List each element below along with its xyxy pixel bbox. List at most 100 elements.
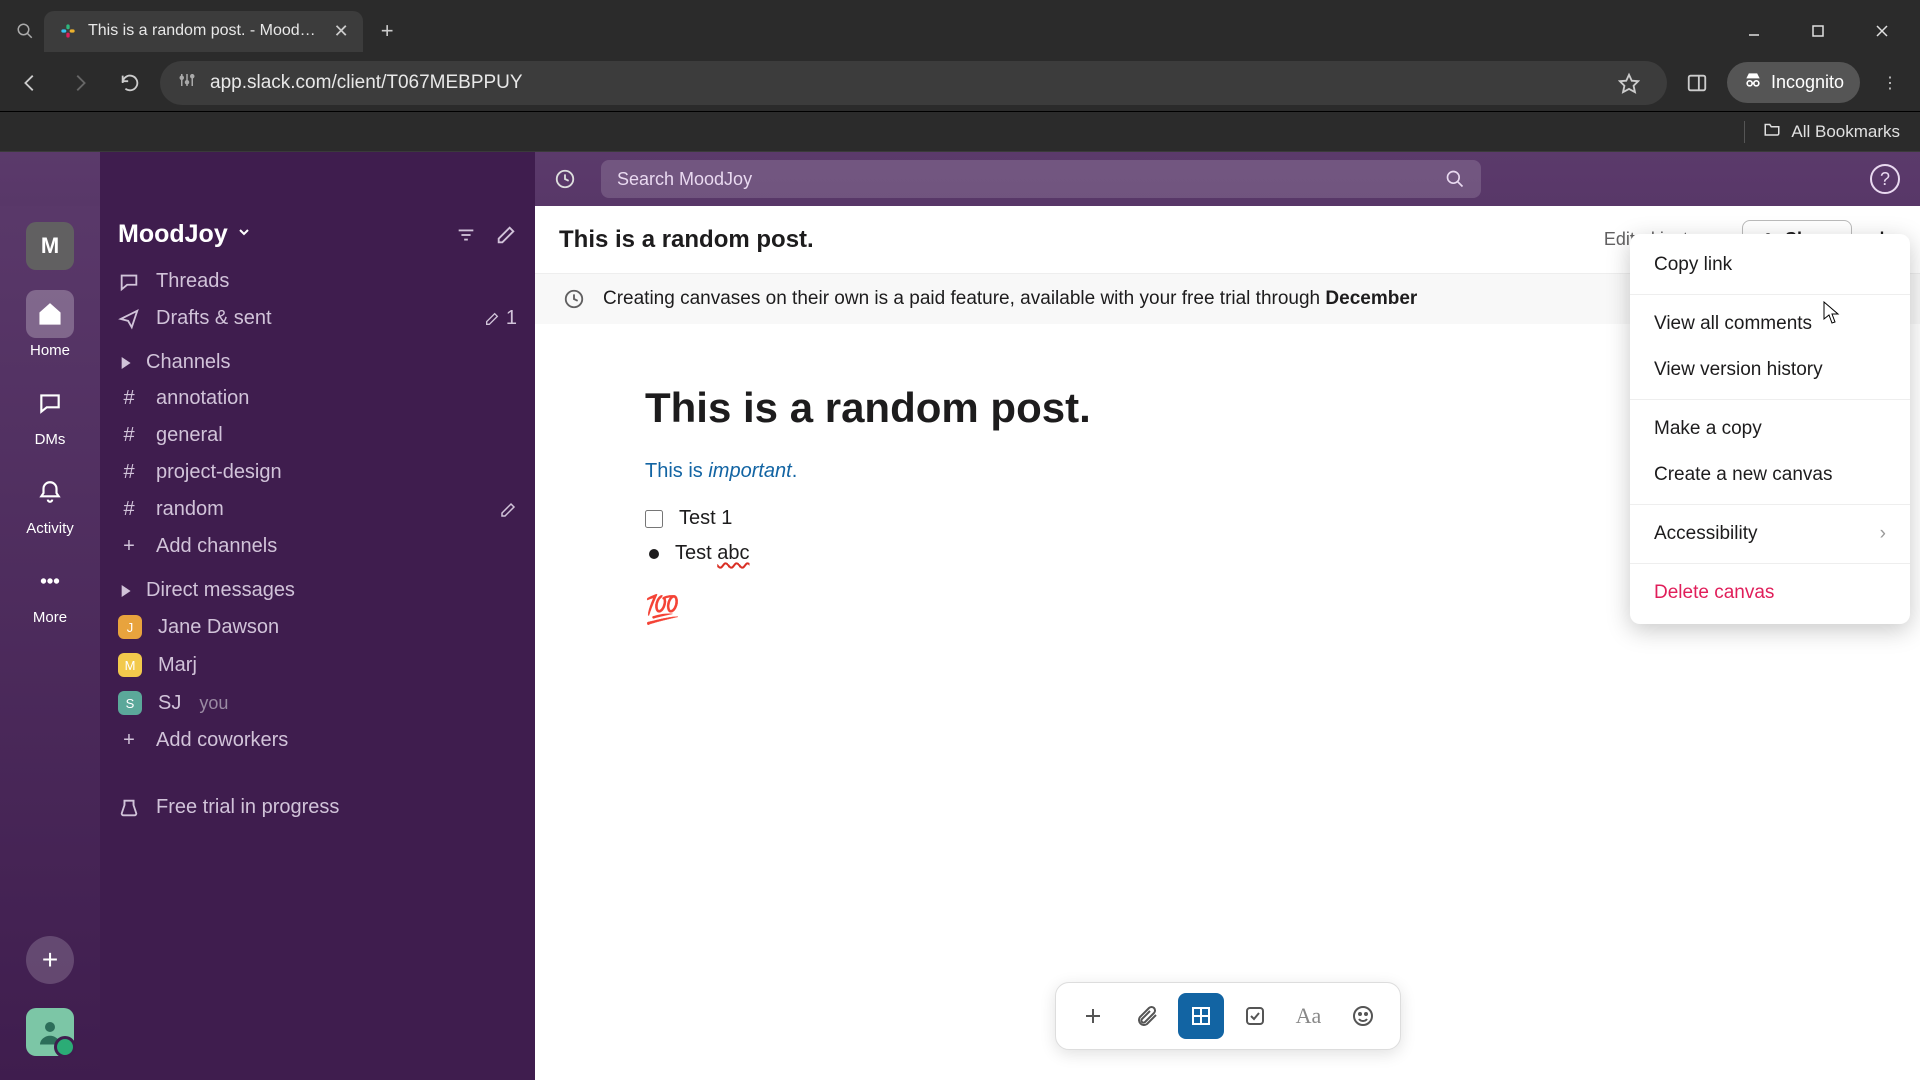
channels-section-header[interactable]: Channels (100, 337, 535, 380)
divider (1630, 294, 1910, 295)
sidebar-drafts[interactable]: Drafts & sent 1 (100, 300, 535, 337)
bookmark-star-icon[interactable] (1609, 63, 1649, 103)
you-label: you (199, 693, 228, 714)
avatar: M (118, 653, 142, 677)
hash-icon: # (118, 424, 140, 447)
sidebar-item-label: annotation (156, 387, 249, 410)
pencil-icon (499, 501, 517, 519)
slack-favicon-icon (58, 21, 78, 41)
address-bar[interactable]: app.slack.com/client/T067MEBPPUY (160, 61, 1667, 105)
add-coworkers-button[interactable]: +Add coworkers (100, 722, 535, 759)
dms-section-header[interactable]: Direct messages (100, 565, 535, 608)
toolbar-table-button[interactable] (1178, 993, 1224, 1039)
rail-home[interactable]: Home (26, 290, 74, 359)
canvas-context-menu: Copy link View all comments View version… (1630, 234, 1910, 624)
toolbar-attach-button[interactable] (1124, 993, 1170, 1039)
rail-dms[interactable]: DMs (26, 379, 74, 448)
chevron-down-icon[interactable] (236, 224, 252, 245)
sidebar-item-label: Threads (156, 270, 229, 293)
dm-marj[interactable]: MMarj (100, 646, 535, 684)
url-text: app.slack.com/client/T067MEBPPUY (210, 72, 1595, 94)
hash-icon: # (118, 387, 140, 410)
all-bookmarks-button[interactable]: All Bookmarks (1791, 122, 1900, 142)
divider (1630, 563, 1910, 564)
side-panel-icon[interactable] (1677, 63, 1717, 103)
checklist-label: Test 1 (679, 507, 732, 530)
menu-delete-canvas[interactable]: Delete canvas (1630, 570, 1910, 616)
sidebar-item-label: Add coworkers (156, 729, 288, 752)
toolbar-format-button[interactable]: Aa (1286, 993, 1332, 1039)
search-icon (1445, 169, 1465, 189)
new-tab-button[interactable]: + (367, 18, 408, 44)
incognito-icon (1743, 70, 1763, 95)
avatar: S (118, 691, 142, 715)
bullet-label: Test abc (675, 542, 750, 565)
channel-project-design[interactable]: # project-design (100, 454, 535, 491)
section-label: Direct messages (146, 579, 295, 602)
add-channels-button[interactable]: + Add channels (100, 528, 535, 565)
hash-icon: # (118, 461, 140, 484)
filter-icon[interactable] (455, 224, 477, 246)
plus-icon: + (118, 535, 140, 558)
compose-icon[interactable] (495, 224, 517, 246)
rail-more[interactable]: More (26, 557, 74, 626)
menu-make-copy[interactable]: Make a copy (1630, 406, 1910, 452)
sidebar-item-label: random (156, 498, 224, 521)
menu-version-history[interactable]: View version history (1630, 347, 1910, 393)
rail-user-avatar[interactable] (26, 1008, 74, 1056)
free-trial-link[interactable]: Free trial in progress (100, 789, 535, 826)
sidebar-item-label: project-design (156, 461, 282, 484)
drafts-count: 1 (506, 307, 517, 330)
dm-sj[interactable]: S SJ you (100, 684, 535, 722)
sidebar-threads[interactable]: Threads (100, 263, 535, 300)
sidebar-item-label: general (156, 424, 223, 447)
history-clock-icon[interactable] (547, 161, 583, 197)
rail-more-label: More (33, 609, 67, 626)
channel-annotation[interactable]: # annotation (100, 380, 535, 417)
site-settings-icon[interactable] (178, 71, 196, 94)
menu-view-comments[interactable]: View all comments (1630, 301, 1910, 347)
divider (1630, 504, 1910, 505)
incognito-badge[interactable]: Incognito (1727, 62, 1860, 103)
nav-back-button[interactable] (10, 63, 50, 103)
dm-jane[interactable]: JJane Dawson (100, 608, 535, 646)
close-tab-icon[interactable]: ✕ (334, 21, 349, 42)
rail-activity[interactable]: Activity (26, 468, 74, 537)
bookmarks-folder-icon[interactable] (1763, 120, 1781, 143)
toolbar-emoji-button[interactable] (1340, 993, 1386, 1039)
channel-random[interactable]: #random (100, 491, 535, 528)
channel-general[interactable]: # general (100, 417, 535, 454)
bullet-icon (649, 549, 659, 559)
nav-forward-button[interactable] (60, 63, 100, 103)
tab-title: This is a random post. - Mood… (88, 22, 316, 40)
nav-reload-button[interactable] (110, 63, 150, 103)
search-input[interactable]: Search MoodJoy (601, 160, 1481, 198)
menu-accessibility[interactable]: Accessibility› (1630, 511, 1910, 557)
rail-activity-label: Activity (26, 520, 74, 537)
canvas-toolbar: Aa (1055, 982, 1401, 1050)
sidebar-item-label: SJ (158, 692, 181, 715)
chevron-right-icon: › (1880, 523, 1886, 545)
browser-tab[interactable]: This is a random post. - Mood… ✕ (44, 11, 363, 52)
toolbar-checklist-button[interactable] (1232, 993, 1278, 1039)
avatar: J (118, 615, 142, 639)
tab-search-icon[interactable] (10, 22, 40, 40)
divider (1630, 399, 1910, 400)
workspace-name[interactable]: MoodJoy (118, 220, 228, 249)
checkbox[interactable] (645, 510, 663, 528)
window-minimize-button[interactable] (1726, 11, 1782, 51)
help-button[interactable]: ? (1870, 164, 1900, 194)
menu-new-canvas[interactable]: Create a new canvas (1630, 452, 1910, 498)
clock-icon (563, 288, 585, 310)
banner-text: Creating canvases on their own is a paid… (603, 288, 1417, 310)
window-maximize-button[interactable] (1790, 11, 1846, 51)
chrome-menu-button[interactable]: ⋮ (1870, 63, 1910, 103)
incognito-label: Incognito (1771, 72, 1844, 93)
rail-dms-label: DMs (35, 431, 66, 448)
window-close-button[interactable] (1854, 11, 1910, 51)
sidebar-item-label: Add channels (156, 535, 277, 558)
rail-add-button[interactable]: + (26, 936, 74, 984)
menu-copy-link[interactable]: Copy link (1630, 242, 1910, 288)
workspace-switcher[interactable]: M (26, 222, 74, 270)
toolbar-add-button[interactable] (1070, 993, 1116, 1039)
